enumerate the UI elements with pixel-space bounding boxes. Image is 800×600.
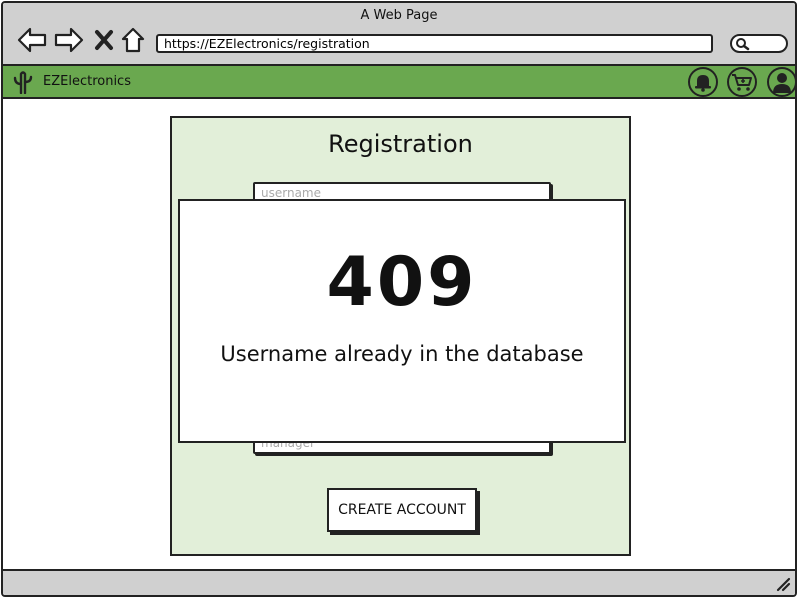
create-account-button[interactable]: CREATE ACCOUNT — [327, 488, 477, 532]
browser-window: A Web Page https://EZElectronics/registr… — [1, 1, 797, 597]
close-icon[interactable] — [89, 25, 119, 55]
cactus-logo-icon — [13, 71, 33, 94]
window-title: A Web Page — [360, 8, 438, 23]
cart-icon — [732, 74, 752, 91]
cart-button[interactable] — [727, 67, 757, 97]
search-icon — [736, 38, 750, 51]
page-title: Registration — [328, 130, 473, 158]
url-bar[interactable]: https://EZElectronics/registration — [156, 34, 713, 53]
app-header: EZElectronics — [3, 66, 795, 99]
home-icon[interactable] — [118, 25, 148, 55]
browser-titlebar: A Web Page https://EZElectronics/registr… — [3, 3, 795, 66]
bell-icon — [695, 75, 711, 92]
notifications-button[interactable] — [688, 67, 718, 97]
error-code: 409 — [326, 243, 478, 322]
browser-search[interactable] — [730, 34, 788, 53]
browser-statusbar — [3, 569, 795, 595]
forward-arrow-icon[interactable] — [54, 25, 84, 55]
error-dialog: 409 Username already in the database — [178, 199, 626, 443]
app-name[interactable]: EZElectronics — [43, 74, 131, 89]
user-icon — [773, 73, 791, 93]
back-arrow-icon[interactable] — [17, 25, 47, 55]
user-button[interactable] — [767, 67, 795, 97]
resize-grip-icon[interactable] — [775, 576, 791, 592]
error-message: Username already in the database — [220, 342, 584, 366]
